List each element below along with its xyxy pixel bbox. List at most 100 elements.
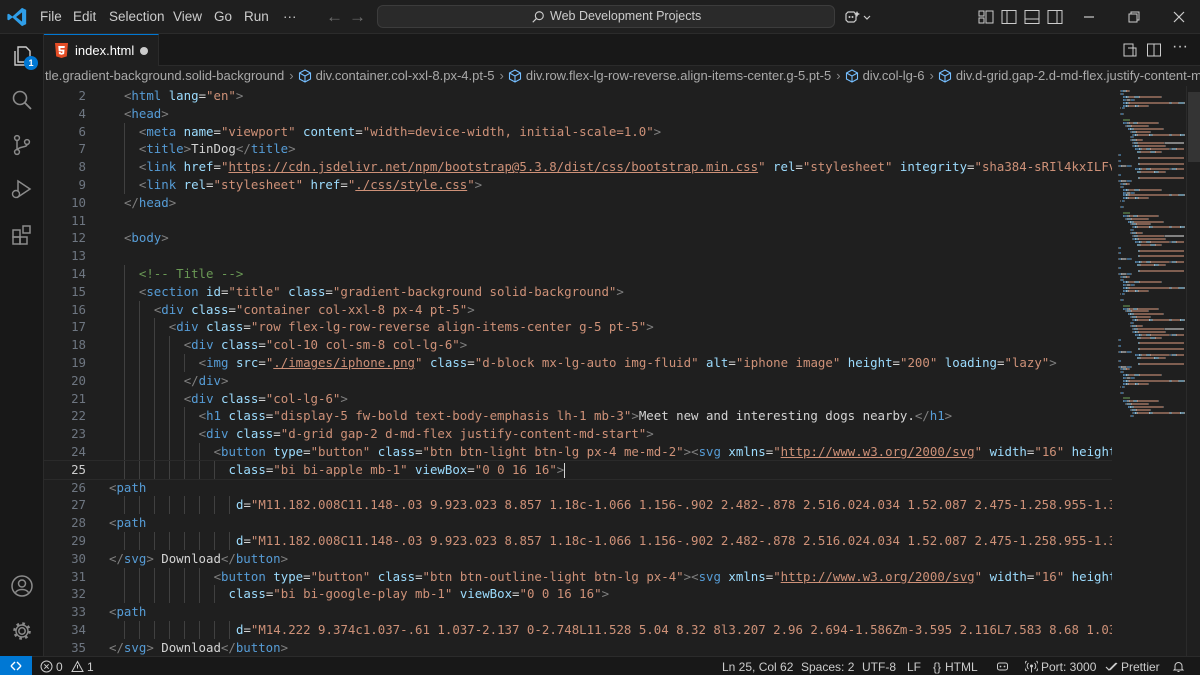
menu-more[interactable]: ··· xyxy=(283,0,297,34)
code-line[interactable]: 34 d="M14.222 9.374c1.037-.61 1.037-2.137… xyxy=(44,621,1112,639)
code-token: src xyxy=(235,355,259,370)
command-center-search[interactable]: Web Development Projects xyxy=(377,5,835,28)
code-line[interactable]: 16 <div class="container col-xxl-8 px-4 p… xyxy=(44,300,1112,319)
code-token: svg xyxy=(123,639,147,655)
run-debug-icon[interactable] xyxy=(10,177,34,201)
split-editor-icon[interactable] xyxy=(1146,42,1162,58)
code-line[interactable]: 18 <div class="col-10 col-sm-8 col-lg-6"> xyxy=(44,336,1112,354)
code-line[interactable]: 8 <link href="https://cdn.jsdelivr.net/np… xyxy=(44,158,1112,176)
code-line[interactable]: 4 <head> xyxy=(44,105,1112,123)
code-line[interactable]: 33 <path xyxy=(44,603,1112,621)
minimap[interactable] xyxy=(1112,86,1186,656)
menu-go[interactable]: Go xyxy=(214,0,232,34)
code-line[interactable]: 19 <img src="./images/iphone.png" class="… xyxy=(44,354,1112,372)
minimize-icon[interactable] xyxy=(1080,8,1098,26)
code-token: > xyxy=(601,586,610,602)
toggle-secondary-sidebar-icon[interactable] xyxy=(1046,8,1064,26)
breadcrumb-item[interactable]: tle.gradient-background.solid-background xyxy=(45,68,284,83)
code-token: </ xyxy=(235,141,251,157)
menu-file[interactable]: File xyxy=(40,0,62,34)
end-of-line[interactable]: LF xyxy=(907,658,921,675)
cursor-position[interactable]: Ln 25, Col 62 xyxy=(722,658,793,675)
close-window-icon[interactable] xyxy=(1170,8,1188,26)
remote-indicator[interactable] xyxy=(0,656,32,675)
breadcrumb-item[interactable]: div.d-grid.gap-2.d-md-flex.justify-conte… xyxy=(956,68,1200,83)
code-line[interactable]: 25 class="bi bi-apple mb-1" viewBox="0 0 … xyxy=(44,459,1112,480)
minimap-stroke xyxy=(1150,353,1170,356)
account-icon[interactable] xyxy=(10,574,34,598)
code-line[interactable]: 14 <!-- Title --> xyxy=(44,265,1112,283)
code-editor[interactable]: 2 <html lang="en"> 4 <head> 6 <meta name="vie… xyxy=(44,86,1112,656)
extensions-icon[interactable] xyxy=(10,223,34,247)
code-line[interactable]: 24 <button type="button" class="btn btn-l… xyxy=(44,443,1112,461)
code-line[interactable]: 28 <path xyxy=(44,514,1112,532)
indentation[interactable]: Spaces: 2 xyxy=(801,658,854,675)
code-token: https://cdn.jsdelivr.net/npm/bootstrap@5… xyxy=(228,159,759,175)
code-line[interactable]: 29 d="M11.182.008C11.148-.03 9.923.023 8.… xyxy=(44,532,1112,550)
menu-run[interactable]: Run xyxy=(244,0,269,34)
code-line[interactable]: 17 <div class="row flex-lg-row-reverse al… xyxy=(44,318,1112,337)
forward-arrow-icon[interactable]: → xyxy=(349,0,366,34)
code-token: = xyxy=(213,123,221,139)
breadcrumb-item[interactable]: div.container.col-xxl-8.px-4.pt-5 xyxy=(316,68,495,83)
code-line[interactable]: 7 <title>TinDog</title> xyxy=(44,140,1112,159)
code-line[interactable]: 32 class = "bi bi-google-play mb-1" viewBox… xyxy=(44,585,1112,604)
code-line[interactable]: 2 <html lang="en"> xyxy=(44,87,1112,105)
code-line[interactable]: 13 xyxy=(44,247,1112,265)
scrollbar-thumb[interactable] xyxy=(1188,92,1200,162)
code-text: <section id="title" class="gradient-back… xyxy=(139,283,624,301)
problems-indicator[interactable]: 0 1 xyxy=(40,658,94,675)
code-line[interactable]: 23 <div class="d-grid gap-2 d-md-flex jus… xyxy=(44,425,1112,443)
unsaved-dot-icon[interactable] xyxy=(140,47,148,55)
code-line[interactable]: 15 <section id="title" class="gradient-ba… xyxy=(44,282,1112,301)
copilot-icon[interactable] xyxy=(845,8,871,26)
code-line[interactable]: 10 </head> xyxy=(44,194,1112,212)
toggle-primary-sidebar-icon[interactable] xyxy=(1000,8,1018,26)
code-line[interactable]: 9 <link rel="stylesheet" href="./css/styl… xyxy=(44,176,1112,194)
code-line[interactable]: 31 <button type="button" class="btn btn-o… xyxy=(44,567,1112,586)
prettier-formatter[interactable]: Prettier xyxy=(1105,658,1160,675)
tab-index-html[interactable]: index.html xyxy=(44,34,159,66)
minimap-stroke xyxy=(1130,258,1132,261)
code-line[interactable]: 21 <div class="col-lg-6"> xyxy=(44,389,1112,408)
vscode-logo-icon[interactable] xyxy=(6,6,28,28)
minimap-stroke xyxy=(1162,127,1164,130)
code-line[interactable]: 35 </svg> Download</button> xyxy=(44,639,1112,656)
line-number: 17 xyxy=(71,319,86,335)
code-token: > xyxy=(235,88,244,103)
line-number: 2 xyxy=(78,88,86,103)
indent-guide xyxy=(138,336,140,354)
menu-selection[interactable]: Selection xyxy=(109,0,165,34)
restore-icon[interactable] xyxy=(1125,8,1143,26)
open-preview-icon[interactable] xyxy=(1122,42,1138,58)
menu-edit[interactable]: Edit xyxy=(73,0,96,34)
encoding[interactable]: UTF-8 xyxy=(862,658,896,675)
notifications-bell-icon[interactable] xyxy=(1172,660,1185,673)
vertical-scrollbar[interactable] xyxy=(1186,86,1200,656)
code-line[interactable]: 6 <meta name="viewport" content="width=de… xyxy=(44,122,1112,141)
more-actions-icon[interactable]: ··· xyxy=(1172,38,1188,55)
menu-view[interactable]: View xyxy=(173,0,202,34)
search-icon[interactable] xyxy=(10,88,34,112)
code-line[interactable]: 27 d="M11.182.008C11.148-.03 9.923.023 8.… xyxy=(44,496,1112,515)
code-line[interactable]: 30 </svg> Download</button> xyxy=(44,550,1112,568)
code-line[interactable]: 11 xyxy=(44,212,1112,230)
copilot-status-icon[interactable] xyxy=(996,660,1009,673)
breadcrumb-item[interactable]: div.row.flex-lg-row-reverse.align-items-… xyxy=(526,68,831,83)
code-line[interactable]: 22 <h1 class="display-5 fw-bold text-body… xyxy=(44,407,1112,426)
customize-layout-icon[interactable] xyxy=(977,8,995,26)
source-control-icon[interactable] xyxy=(10,133,34,157)
code-line[interactable]: 20 </div> xyxy=(44,371,1112,390)
language-mode[interactable]: {} HTML xyxy=(933,658,978,675)
toggle-panel-icon[interactable] xyxy=(1023,8,1041,26)
code-line[interactable]: 12 <body> xyxy=(44,229,1112,247)
breadcrumb-item[interactable]: div.col-lg-6 xyxy=(863,68,925,83)
back-arrow-icon[interactable]: ← xyxy=(326,0,343,34)
settings-gear-icon[interactable] xyxy=(10,619,34,643)
live-server-port[interactable]: Port: 3000 xyxy=(1025,658,1096,675)
line-number: 12 xyxy=(71,230,86,246)
code-line[interactable]: 26 <path xyxy=(44,479,1112,497)
